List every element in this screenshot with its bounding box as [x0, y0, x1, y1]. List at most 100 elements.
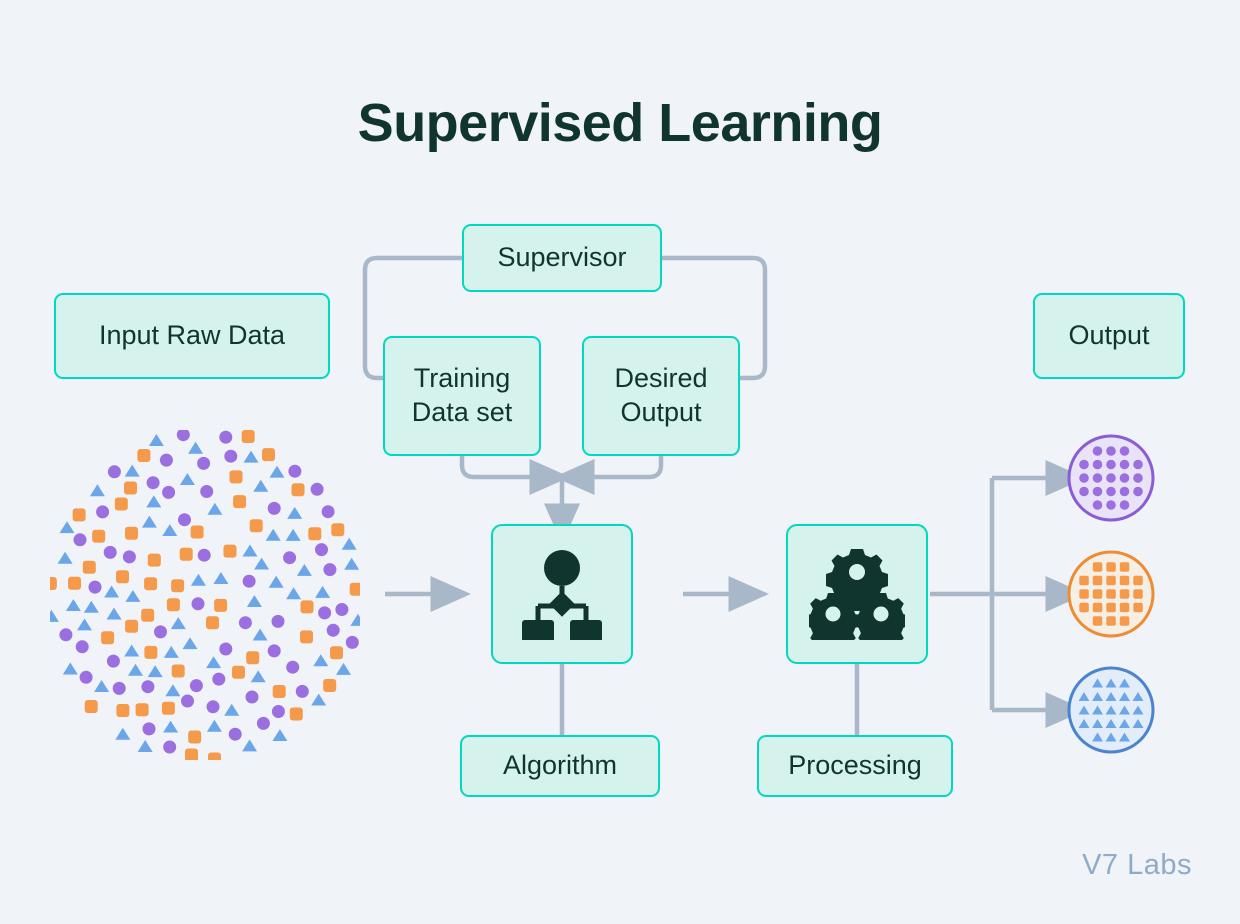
scatter-circle — [318, 606, 332, 620]
scatter-triangle — [272, 729, 288, 741]
scatter-square — [116, 570, 129, 584]
scatter-square — [223, 544, 237, 558]
scatter-square — [84, 700, 98, 713]
scatter-circle — [103, 545, 117, 559]
training-data-set-label-line1: Training — [413, 363, 511, 394]
cluster-circle — [1106, 446, 1116, 456]
scatter-circle — [335, 603, 349, 616]
scatter-triangle — [170, 617, 186, 630]
cluster-square — [1106, 616, 1116, 626]
cluster-circle — [1092, 486, 1103, 497]
gears-icon — [809, 549, 905, 640]
desired-to-merge-arrow — [554, 455, 664, 495]
scatter-square — [229, 470, 243, 484]
scatter-triangle — [141, 515, 157, 528]
cluster-square — [1106, 562, 1116, 572]
scatter-triangle — [179, 473, 195, 485]
scatter-circle — [212, 672, 226, 686]
cluster-square — [1092, 575, 1103, 586]
scatter-square — [161, 701, 175, 715]
cluster-square — [1092, 589, 1103, 599]
watermark: V7 Labs — [1082, 849, 1192, 881]
page-title: Supervised Learning — [357, 93, 883, 153]
scatter-triangle — [242, 544, 258, 557]
cluster-square — [1133, 589, 1143, 599]
scatter-square — [92, 529, 106, 543]
cluster-square — [1119, 602, 1130, 613]
cluster-circle — [1106, 459, 1116, 470]
scatter-circle — [59, 628, 73, 642]
scatter-square — [272, 685, 286, 698]
scatter-triangle — [315, 585, 331, 598]
cluster-square — [1106, 575, 1116, 586]
scatter-circle — [271, 614, 285, 628]
scatter-triangle — [190, 573, 206, 586]
scatter-square — [188, 730, 202, 744]
scatter-square — [125, 526, 138, 540]
scatter-circle — [191, 597, 205, 611]
scatter-circle — [159, 453, 173, 467]
scatter-square — [246, 651, 260, 665]
cluster-circle — [1133, 473, 1143, 483]
scatter-circle — [178, 513, 191, 527]
scatter-circle — [200, 485, 214, 498]
algorithm-label-box[interactable]: Algorithm — [460, 735, 660, 797]
input-raw-data-box[interactable]: Input Raw Data — [54, 293, 330, 379]
scatter-triangle — [128, 663, 143, 676]
desired-output-box[interactable]: Desired Output — [582, 336, 740, 456]
cluster-circle — [1119, 446, 1130, 456]
scatter-triangle — [224, 703, 240, 716]
scatter-circle — [219, 430, 233, 444]
scatter-square — [289, 707, 303, 721]
raw-data-scatter — [43, 428, 366, 766]
scatter-triangle — [296, 564, 312, 576]
cluster-circle — [1092, 459, 1103, 470]
cluster-square — [1079, 575, 1089, 586]
scatter-circle — [283, 551, 297, 565]
scatter-circle — [345, 635, 359, 649]
scatter-circle — [107, 465, 121, 479]
scatter-square — [208, 752, 221, 766]
cluster-square — [1106, 602, 1116, 613]
supervisor-box[interactable]: Supervisor — [462, 224, 662, 292]
scatter-triangle — [207, 502, 223, 515]
scatter-triangle — [125, 590, 141, 602]
scatter-circle — [295, 684, 309, 698]
scatter-square — [214, 598, 228, 612]
scatter-circle — [79, 670, 93, 684]
training-data-set-box[interactable]: Training Data set — [383, 336, 541, 456]
scatter-triangle — [269, 465, 285, 478]
scatter-triangle — [350, 613, 366, 626]
scatter-triangle — [213, 572, 229, 584]
scatter-circle — [286, 660, 300, 674]
scatter-triangle — [253, 479, 269, 492]
scatter-circle — [142, 722, 156, 736]
processing-label-box[interactable]: Processing — [757, 735, 953, 797]
scatter-circle — [197, 548, 211, 562]
scatter-triangle — [242, 739, 258, 752]
cluster-square — [1079, 602, 1089, 613]
scatter-circle — [228, 727, 242, 741]
cluster-circle — [1119, 500, 1130, 510]
orange-squares-cluster — [1067, 550, 1155, 638]
scatter-circle — [122, 550, 136, 564]
scatter-circle — [176, 428, 190, 442]
algorithm-icon-box[interactable] — [491, 524, 633, 664]
algorithm-label: Algorithm — [502, 750, 618, 781]
orange-squares-cluster-graphic — [1067, 550, 1155, 638]
scatter-triangle — [162, 524, 178, 536]
scatter-square — [330, 646, 343, 660]
cluster-square — [1133, 602, 1143, 613]
scatter-triangle — [146, 495, 162, 508]
scatter-square — [166, 598, 180, 612]
scatter-circle — [256, 716, 270, 730]
scatter-triangle — [59, 521, 75, 534]
scatter-circle — [163, 740, 177, 754]
scatter-circle — [321, 505, 335, 519]
cluster-circle — [1079, 486, 1089, 497]
cluster-circle — [1092, 446, 1103, 456]
processing-icon-box[interactable] — [786, 524, 928, 664]
blue-triangles-cluster — [1067, 666, 1155, 754]
output-box[interactable]: Output — [1033, 293, 1185, 379]
cluster-square — [1106, 589, 1116, 599]
